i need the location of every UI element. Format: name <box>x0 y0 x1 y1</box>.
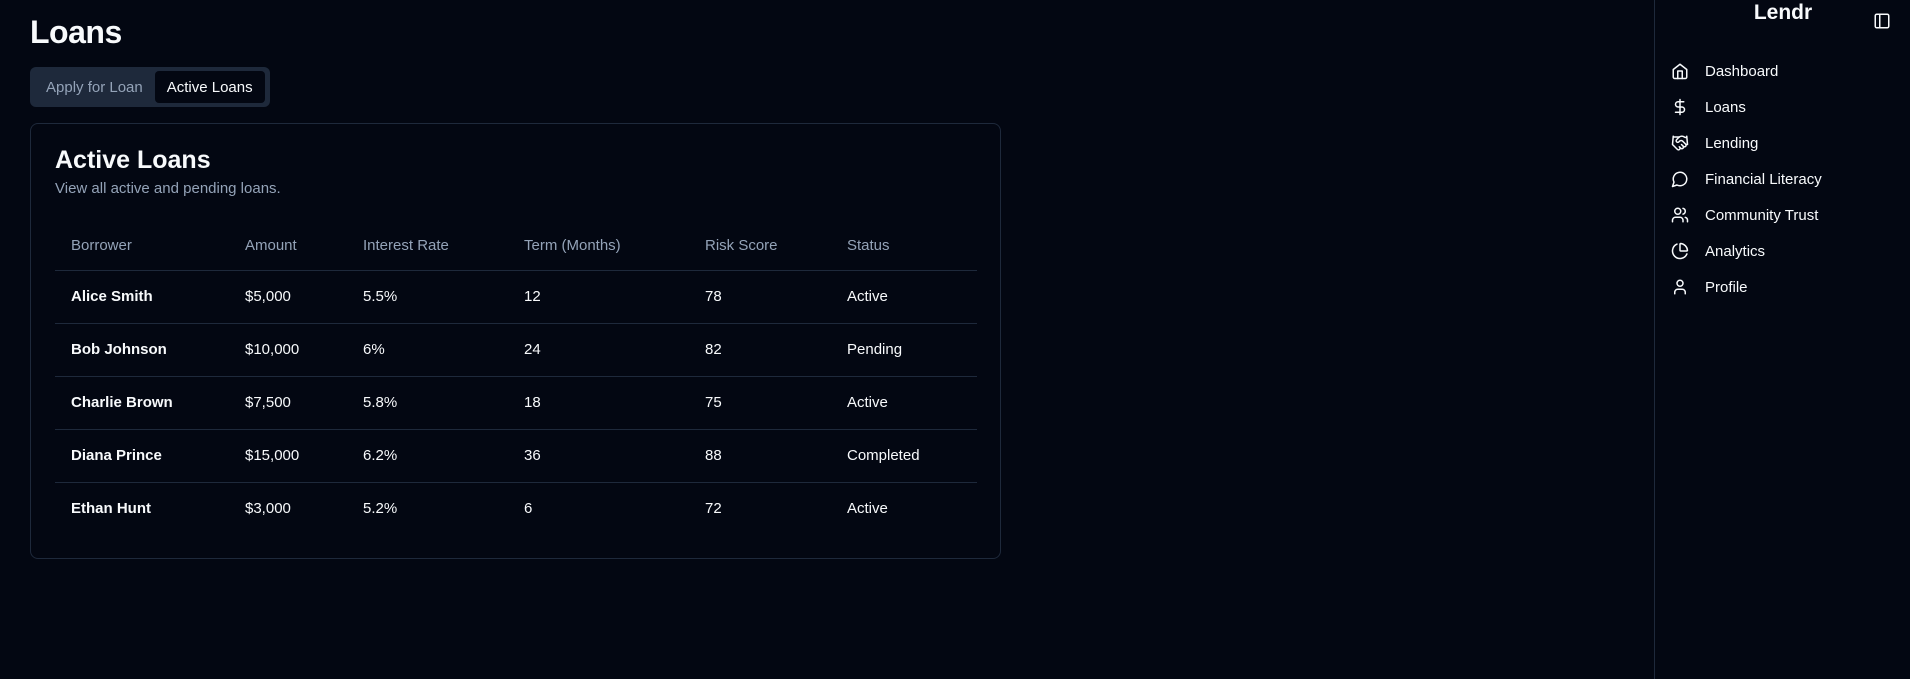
status-cell: Active <box>847 500 888 518</box>
sidebar-item-lending[interactable]: Lending <box>1655 125 1910 161</box>
sidebar-nav: Dashboard Loans Lending Financial Litera… <box>1655 53 1910 305</box>
tab-list: Apply for Loan Active Loans <box>30 67 270 107</box>
borrower-cell: Charlie Brown <box>55 376 229 430</box>
term-cell: 12 <box>508 270 689 324</box>
table-row: Bob Johnson $10,000 6% 24 82 Pending <box>55 323 977 377</box>
term-cell: 6 <box>524 500 533 518</box>
interest-rate-cell: 5.2% <box>363 500 398 518</box>
interest-rate-cell: 6.2% <box>347 429 508 483</box>
risk-score-cell: 82 <box>689 323 831 377</box>
loans-table: Borrower Amount Interest Rate Term (Mont… <box>55 222 977 535</box>
column-header-amount: Amount <box>229 222 347 271</box>
table-row: Charlie Brown $7,500 5.8% 18 75 Active <box>55 376 977 430</box>
sidebar-item-community-trust[interactable]: Community Trust <box>1655 197 1910 233</box>
tab-apply-for-loan[interactable]: Apply for Loan <box>34 71 155 103</box>
column-header-risk-score: Risk Score <box>689 222 831 271</box>
sidebar-item-label: Financial Literacy <box>1705 170 1822 188</box>
page-title: Loans <box>30 14 122 50</box>
column-header-status: Status <box>831 222 977 271</box>
interest-rate-cell: 5.8% <box>347 376 508 430</box>
active-loans-card: Active Loans View all active and pending… <box>30 123 1001 559</box>
amount-cell: $3,000 <box>245 500 291 518</box>
amount-cell: $10,000 <box>229 323 347 377</box>
sidebar-item-label: Community Trust <box>1705 206 1819 224</box>
card-title: Active Loans <box>55 146 211 174</box>
status-cell: Pending <box>831 323 977 377</box>
borrower-cell: Diana Prince <box>55 429 229 483</box>
borrower-cell: Alice Smith <box>55 270 229 324</box>
risk-score-cell: 72 <box>705 500 722 518</box>
column-header-term: Term (Months) <box>508 222 689 271</box>
main-content: Loans Apply for Loan Active Loans Active… <box>0 0 1654 679</box>
term-cell: 24 <box>508 323 689 377</box>
sidebar-item-label: Lending <box>1705 134 1759 152</box>
sidebar-item-label: Analytics <box>1705 242 1766 260</box>
borrower-cell: Bob Johnson <box>55 323 229 377</box>
status-cell: Active <box>831 270 977 324</box>
borrower-cell: Ethan Hunt <box>71 500 151 518</box>
column-header-interest-rate: Interest Rate <box>347 222 508 271</box>
sidebar-item-label: Dashboard <box>1705 62 1779 80</box>
column-header-borrower: Borrower <box>55 222 229 271</box>
brand-logo[interactable]: Lendr <box>1655 0 1910 26</box>
tab-active-loans[interactable]: Active Loans <box>154 71 265 103</box>
risk-score-cell: 88 <box>689 429 831 483</box>
risk-score-cell: 75 <box>689 376 831 430</box>
risk-score-cell: 78 <box>689 270 831 324</box>
table-row: Ethan Hunt $3,000 5.2% 6 72 Active <box>55 482 977 535</box>
sidebar-item-label: Profile <box>1705 278 1748 296</box>
term-cell: 36 <box>508 429 689 483</box>
status-cell: Active <box>831 376 977 430</box>
sidebar-item-dashboard[interactable]: Dashboard <box>1655 53 1910 89</box>
sidebar: Lendr Dashboard Loans Lending Financial … <box>1654 0 1910 679</box>
amount-cell: $15,000 <box>229 429 347 483</box>
sidebar-item-label: Loans <box>1705 98 1746 116</box>
interest-rate-cell: 5.5% <box>347 270 508 324</box>
amount-cell: $5,000 <box>229 270 347 324</box>
home-icon <box>1671 62 1689 80</box>
message-circle-icon <box>1671 170 1689 188</box>
sidebar-item-financial-literacy[interactable]: Financial Literacy <box>1655 161 1910 197</box>
card-subtitle: View all active and pending loans. <box>55 180 281 197</box>
term-cell: 18 <box>508 376 689 430</box>
sidebar-item-analytics[interactable]: Analytics <box>1655 233 1910 269</box>
status-cell: Completed <box>831 429 977 483</box>
handshake-icon <box>1671 134 1689 152</box>
sidebar-toggle-icon[interactable] <box>1873 12 1891 30</box>
amount-cell: $7,500 <box>229 376 347 430</box>
pie-chart-icon <box>1671 242 1689 260</box>
table-row: Alice Smith $5,000 5.5% 12 78 Active <box>55 270 977 324</box>
sidebar-item-profile[interactable]: Profile <box>1655 269 1910 305</box>
users-icon <box>1671 206 1689 224</box>
user-icon <box>1671 278 1689 296</box>
dollar-icon <box>1671 98 1689 116</box>
table-header-row: Borrower Amount Interest Rate Term (Mont… <box>55 222 977 271</box>
sidebar-item-loans[interactable]: Loans <box>1655 89 1910 125</box>
table-row: Diana Prince $15,000 6.2% 36 88 Complete… <box>55 429 977 483</box>
interest-rate-cell: 6% <box>347 323 508 377</box>
